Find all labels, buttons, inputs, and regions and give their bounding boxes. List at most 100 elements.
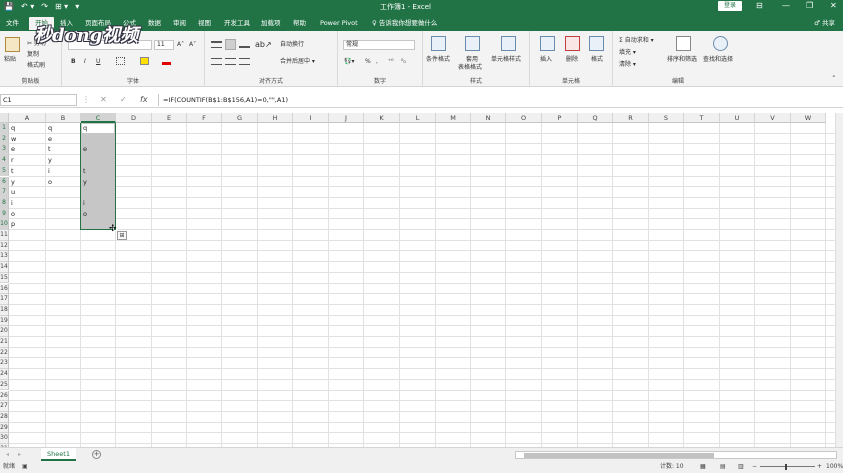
page-layout-view-icon[interactable]: ▤ [720, 461, 726, 473]
align-left-icon[interactable] [211, 58, 222, 65]
row-header-9[interactable]: 9 [0, 208, 9, 220]
fill-button[interactable]: 填充 ▾ [619, 48, 636, 57]
tab-view[interactable]: 视图 [196, 17, 213, 30]
column-header-d[interactable]: D [116, 113, 152, 123]
row-header-15[interactable]: 15 [0, 272, 9, 284]
cell-styles-button[interactable]: 单元格样式 [491, 55, 521, 64]
cell-b3[interactable]: t [46, 144, 81, 155]
column-header-a[interactable]: A [9, 113, 46, 123]
more-icon[interactable]: ⋮ [82, 94, 90, 106]
tab-review[interactable]: 审阅 [171, 17, 188, 30]
row-header-12[interactable]: 12 [0, 240, 9, 252]
bottom-align-icon[interactable] [239, 41, 250, 48]
decrease-decimal-icon[interactable]: ⁰₀ [401, 57, 406, 66]
cell-styles-icon[interactable] [501, 36, 516, 51]
customize-qat-icon[interactable]: ▾ [75, 2, 79, 12]
row-header-8[interactable]: 8 [0, 197, 9, 209]
row-header-13[interactable]: 13 [0, 251, 9, 263]
page-break-view-icon[interactable]: ▥ [738, 461, 744, 473]
fill-color-icon[interactable] [140, 57, 149, 65]
cell-b2[interactable]: e [46, 134, 81, 145]
worksheet-grid[interactable]: A B C D E F G H I J K L M N O P Q R S T U V W 1 2 3 4 5 6 7 8 9 10 11 12 13… [0, 113, 843, 447]
column-header-u[interactable]: U [720, 113, 755, 123]
row-header-10[interactable]: 10 [0, 219, 9, 230]
column-header-j[interactable]: J [329, 113, 364, 123]
italic-button[interactable]: I [84, 57, 86, 66]
conditional-formatting-icon[interactable] [431, 36, 446, 51]
insert-cells-button[interactable]: 插入 [540, 55, 552, 64]
cell-a6[interactable]: y [9, 177, 46, 188]
shrink-font-button[interactable]: A˅ [189, 40, 196, 49]
column-header-o[interactable]: O [506, 113, 542, 123]
cell-b5[interactable]: i [46, 166, 81, 177]
wrap-text-button[interactable]: 自动换行 [280, 40, 304, 49]
cell-a2[interactable]: w [9, 134, 46, 145]
cell-c6[interactable]: y [81, 177, 116, 188]
vertical-scrollbar[interactable] [835, 113, 843, 447]
copy-button[interactable]: 复制 [27, 50, 39, 59]
border-icon[interactable] [116, 57, 125, 65]
format-cells-button[interactable]: 格式 [591, 55, 603, 64]
orientation-icon[interactable]: ab↗ [255, 40, 272, 49]
row-header-2[interactable]: 2 [0, 133, 9, 145]
horizontal-scrollbar[interactable] [515, 451, 837, 459]
increase-decimal-icon[interactable]: ⁺⁰ [388, 57, 394, 66]
horizontal-scroll-thumb[interactable] [524, 453, 714, 458]
grow-font-button[interactable]: A˄ [177, 40, 184, 49]
format-as-table-icon[interactable] [465, 36, 480, 51]
tell-me-search[interactable]: ♀ 告诉我你想要做什么 [370, 17, 439, 30]
column-header-l[interactable]: L [400, 113, 436, 123]
font-color-icon[interactable] [162, 57, 171, 65]
sort-filter-icon[interactable] [676, 36, 691, 51]
row-header-4[interactable]: 4 [0, 155, 9, 166]
paste-icon[interactable] [5, 37, 20, 52]
tab-developer[interactable]: 开发工具 [222, 17, 252, 30]
middle-align-icon[interactable] [225, 39, 236, 50]
row-header-3[interactable]: 3 [0, 144, 9, 156]
scroll-next-sheet-icon[interactable]: ▸ [18, 450, 21, 459]
cell-c1[interactable]: q [81, 123, 116, 134]
column-header-m[interactable]: M [436, 113, 471, 123]
row-header-7[interactable]: 7 [0, 187, 9, 198]
tab-addins[interactable]: 加载项 [259, 17, 283, 30]
cell-a8[interactable]: i [9, 198, 46, 209]
align-right-icon[interactable] [239, 58, 250, 65]
row-header-28[interactable]: 28 [0, 411, 9, 423]
column-header-n[interactable]: N [471, 113, 506, 123]
row-header-24[interactable]: 24 [0, 369, 9, 380]
column-header-s[interactable]: S [649, 113, 684, 123]
cell-b6[interactable]: o [46, 177, 81, 188]
column-header-r[interactable]: R [613, 113, 649, 123]
autosum-button[interactable]: Σ 自动求和 ▾ [619, 36, 654, 45]
cell-b1[interactable]: q [46, 123, 81, 134]
row-header-20[interactable]: 20 [0, 326, 9, 337]
formula-input[interactable]: =IF(COUNTIF(B$1:B$156,A1)=0,"",A1) [158, 94, 838, 106]
row-header-23[interactable]: 23 [0, 358, 9, 370]
row-header-6[interactable]: 6 [0, 176, 9, 188]
collapse-ribbon-icon[interactable]: ˄ [832, 75, 836, 84]
restore-icon[interactable]: ❐ [806, 1, 813, 11]
column-header-e[interactable]: E [152, 113, 187, 123]
row-header-11[interactable]: 11 [0, 230, 9, 241]
cell-a5[interactable]: t [9, 166, 46, 177]
find-select-button[interactable]: 查找和选择 [703, 55, 733, 64]
cell-a7[interactable]: u [9, 187, 46, 198]
share-button[interactable]: ♂ 共享 [814, 17, 835, 30]
enter-icon[interactable]: ✓ [120, 94, 127, 106]
row-header-22[interactable]: 22 [0, 347, 9, 359]
accounting-format-icon[interactable]: 💱▾ [344, 57, 354, 66]
delete-cells-icon[interactable] [565, 36, 580, 51]
redo-icon[interactable]: ↷ [41, 2, 48, 12]
row-header-21[interactable]: 21 [0, 337, 9, 348]
column-header-q[interactable]: Q [578, 113, 613, 123]
comma-style-icon[interactable]: , [376, 57, 378, 66]
macro-record-icon[interactable]: ▣ [22, 461, 28, 473]
format-painter-button[interactable]: 格式刷 [27, 61, 45, 70]
column-header-g[interactable]: G [222, 113, 258, 123]
paste-button[interactable]: 粘贴 [4, 55, 16, 64]
row-header-16[interactable]: 16 [0, 283, 9, 295]
conditional-formatting-button[interactable]: 条件格式 [426, 55, 450, 64]
cancel-icon[interactable]: ✕ [100, 94, 107, 106]
cell-c9[interactable]: o [81, 209, 116, 220]
top-align-icon[interactable] [211, 41, 222, 48]
